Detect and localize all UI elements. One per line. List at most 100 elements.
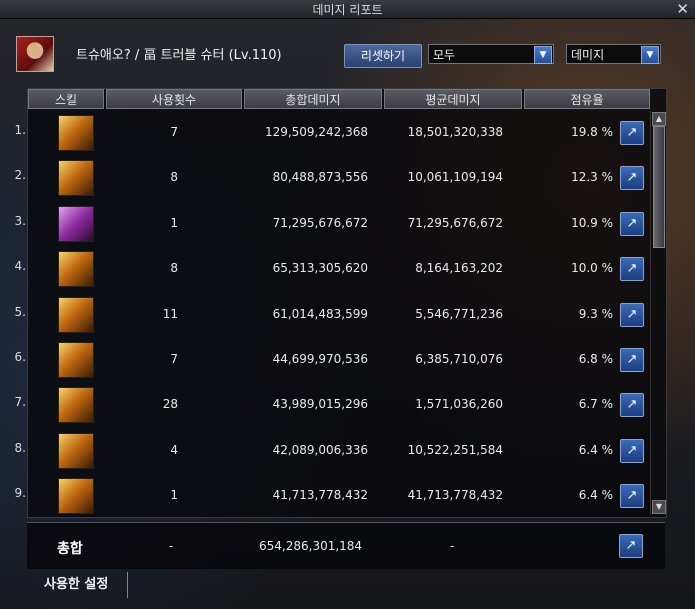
use-count: 7 [170, 125, 178, 139]
skill-icon [58, 205, 94, 242]
damage-share: 19.8 % [571, 125, 613, 139]
summary-average-damage: - [450, 539, 455, 553]
average-damage: 1,571,036,260 [415, 397, 503, 412]
share-export-icon[interactable]: ↗ [620, 121, 644, 145]
character-portrait [16, 36, 54, 72]
table-row[interactable]: 9. 1 41,713,778,432 41,713,778,432 6.4 %… [15, 474, 648, 519]
filter-select-value: 모두 [433, 48, 456, 62]
filter-select[interactable]: 모두 ▼ [428, 44, 554, 64]
average-damage: 71,295,676,672 [407, 215, 503, 230]
scroll-down-icon[interactable]: ▼ [652, 500, 666, 514]
scroll-up-icon[interactable]: ▲ [652, 112, 666, 126]
total-damage: 71,295,676,672 [272, 215, 368, 230]
share-export-icon[interactable]: ↗ [620, 302, 644, 327]
use-count: 1 [170, 215, 178, 230]
share-export-icon[interactable]: ↗ [620, 484, 644, 509]
row-index: 2. [14, 168, 26, 183]
share-export-icon[interactable]: ↗ [620, 257, 644, 282]
column-header-avg[interactable]: 평균데미지 [384, 89, 522, 109]
total-damage: 44,699,970,536 [272, 351, 368, 366]
use-count: 8 [170, 170, 178, 185]
damage-share: 9.3 % [578, 306, 613, 321]
use-count: 4 [170, 442, 178, 457]
average-damage: 10,522,251,584 [407, 442, 503, 457]
damage-table: 스킬 사용횟수 총합데미지 평균데미지 점유율 1. 7 129,509,242… [15, 88, 667, 520]
average-damage: 5,546,771,236 [415, 306, 503, 321]
chevron-down-icon[interactable]: ▼ [534, 46, 552, 64]
total-damage: 80,488,873,556 [272, 170, 368, 185]
skill-icon [58, 251, 94, 288]
row-index: 4. [14, 259, 26, 274]
reset-button[interactable]: 리셋하기 [344, 44, 422, 68]
damage-share: 6.4 % [578, 442, 613, 457]
close-icon[interactable]: ✕ [676, 0, 689, 18]
damage-share: 10.0 % [571, 261, 613, 276]
character-name: 트슈애오? / 畐 트러블 슈터 (Lv.110) [76, 48, 282, 63]
use-count: 28 [162, 397, 178, 412]
share-export-icon[interactable]: ↗ [620, 166, 644, 191]
column-header-total[interactable]: 총합데미지 [244, 89, 382, 109]
use-count: 1 [170, 488, 178, 503]
share-export-icon[interactable]: ↗ [620, 347, 644, 372]
summary-label: 총합 [57, 541, 83, 557]
table-rows: 1. 7 129,509,242,368 18,501,320,338 19.8… [15, 111, 648, 520]
total-damage: 61,014,483,599 [272, 306, 368, 321]
skill-icon [58, 387, 94, 424]
total-damage: 41,713,778,432 [272, 488, 368, 503]
use-count: 8 [170, 261, 178, 276]
table-scrollbar[interactable]: ▲ ▼ [650, 111, 666, 515]
total-damage: 129,509,242,368 [264, 125, 368, 139]
table-row[interactable]: 6. 7 44,699,970,536 6,385,710,076 6.8 % … [15, 338, 648, 383]
total-damage: 65,313,305,620 [272, 261, 368, 276]
damage-share: 6.4 % [578, 488, 613, 503]
row-index: 9. [14, 486, 26, 501]
damage-share: 6.7 % [578, 397, 613, 412]
table-row[interactable]: 8. 4 42,089,006,336 10,522,251,584 6.4 %… [15, 429, 648, 474]
use-count: 11 [162, 306, 178, 321]
row-index: 6. [14, 349, 26, 364]
summary-row: 총합 - 654,286,301,184 - ↗ [27, 522, 665, 569]
skill-icon [58, 296, 94, 333]
average-damage: 6,385,710,076 [415, 351, 503, 366]
metric-select[interactable]: 데미지 ▼ [566, 44, 661, 64]
title-bar[interactable]: 데미지 리포트 ✕ [0, 0, 695, 19]
damage-report-window: 데미지 리포트 ✕ 트슈애오? / 畐 트러블 슈터 (Lv.110) 리셋하기… [0, 0, 695, 609]
table-row[interactable]: 5. 11 61,014,483,599 5,546,771,236 9.3 %… [15, 293, 648, 338]
row-index: 7. [14, 395, 26, 410]
share-export-icon[interactable]: ↗ [620, 211, 644, 236]
summary-total-damage: 654,286,301,184 [259, 539, 363, 553]
damage-share: 12.3 % [571, 170, 613, 185]
average-damage: 41,713,778,432 [407, 488, 503, 503]
tab-used-settings[interactable]: 사용한 설정 [36, 572, 128, 598]
column-header-share[interactable]: 점유율 [524, 89, 650, 109]
scroll-thumb[interactable] [653, 126, 665, 248]
skill-icon [58, 341, 94, 378]
summary-count: - [169, 539, 174, 553]
row-index: 3. [14, 213, 26, 228]
window-title: 데미지 리포트 [312, 3, 383, 17]
use-count: 7 [170, 351, 178, 366]
skill-icon [58, 478, 94, 515]
table-row[interactable]: 2. 8 80,488,873,556 10,061,109,194 12.3 … [15, 156, 648, 201]
metric-select-value: 데미지 [571, 48, 605, 62]
average-damage: 10,061,109,194 [407, 170, 503, 185]
skill-icon [58, 160, 94, 197]
report-header: 트슈애오? / 畐 트러블 슈터 (Lv.110) 리셋하기 모두 ▼ 데미지 … [10, 34, 685, 78]
row-index: 5. [14, 304, 26, 319]
table-row[interactable]: 1. 7 129,509,242,368 18,501,320,338 19.8… [15, 111, 648, 156]
table-row[interactable]: 3. 1 71,295,676,672 71,295,676,672 10.9 … [15, 202, 648, 247]
column-header-skill[interactable]: 스킬 [28, 89, 104, 109]
average-damage: 18,501,320,338 [407, 125, 503, 139]
share-export-icon[interactable]: ↗ [620, 393, 644, 418]
table-row[interactable]: 7. 28 43,989,015,296 1,571,036,260 6.7 %… [15, 383, 648, 428]
damage-share: 6.8 % [578, 351, 613, 366]
average-damage: 8,164,163,202 [415, 261, 503, 276]
total-damage: 42,089,006,336 [272, 442, 368, 457]
column-header-count[interactable]: 사용횟수 [106, 89, 242, 109]
damage-share: 10.9 % [571, 215, 613, 230]
table-row[interactable]: 4. 8 65,313,305,620 8,164,163,202 10.0 %… [15, 247, 648, 292]
table-header: 스킬 사용횟수 총합데미지 평균데미지 점유율 [28, 89, 666, 111]
share-export-icon[interactable]: ↗ [620, 438, 644, 463]
chevron-down-icon[interactable]: ▼ [641, 46, 659, 64]
share-export-icon[interactable]: ↗ [619, 534, 643, 558]
